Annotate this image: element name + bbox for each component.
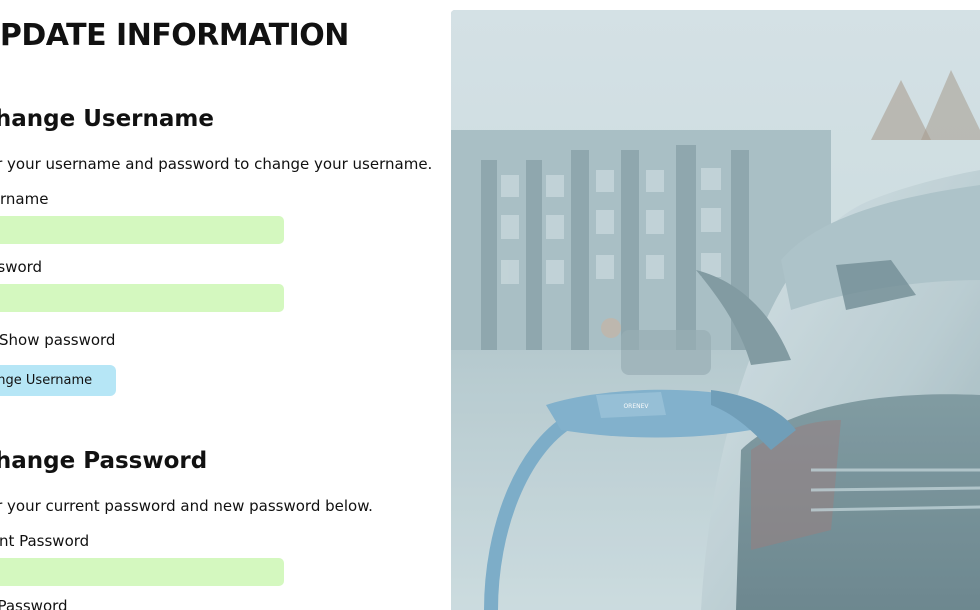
change-username-description: Enter your username and password to chan… xyxy=(0,155,433,173)
current-password-label: Current Password xyxy=(0,532,90,550)
change-password-heading: Change Password xyxy=(0,448,208,474)
username-label: Username xyxy=(0,190,49,208)
form-column: UPDATE INFORMATION Change Username Enter… xyxy=(0,0,446,610)
change-username-button[interactable]: Change Username xyxy=(0,365,116,396)
username-input[interactable] xyxy=(0,216,284,244)
ev-charging-illustration: ORENEV xyxy=(451,10,980,610)
page-title: UPDATE INFORMATION xyxy=(0,18,349,53)
ev-charging-photo: ORENEV xyxy=(451,10,980,610)
show-password-label: Show password xyxy=(0,331,116,349)
update-information-page: UPDATE INFORMATION Change Username Enter… xyxy=(0,0,980,610)
change-username-heading: Change Username xyxy=(0,106,214,132)
new-password-label: New Password xyxy=(0,597,68,610)
show-password-row[interactable]: Show password xyxy=(0,331,115,349)
change-password-description: Enter your current password and new pass… xyxy=(0,497,373,515)
current-password-input[interactable] xyxy=(0,558,284,586)
password-input[interactable] xyxy=(0,284,284,312)
password-label: Password xyxy=(0,258,43,276)
